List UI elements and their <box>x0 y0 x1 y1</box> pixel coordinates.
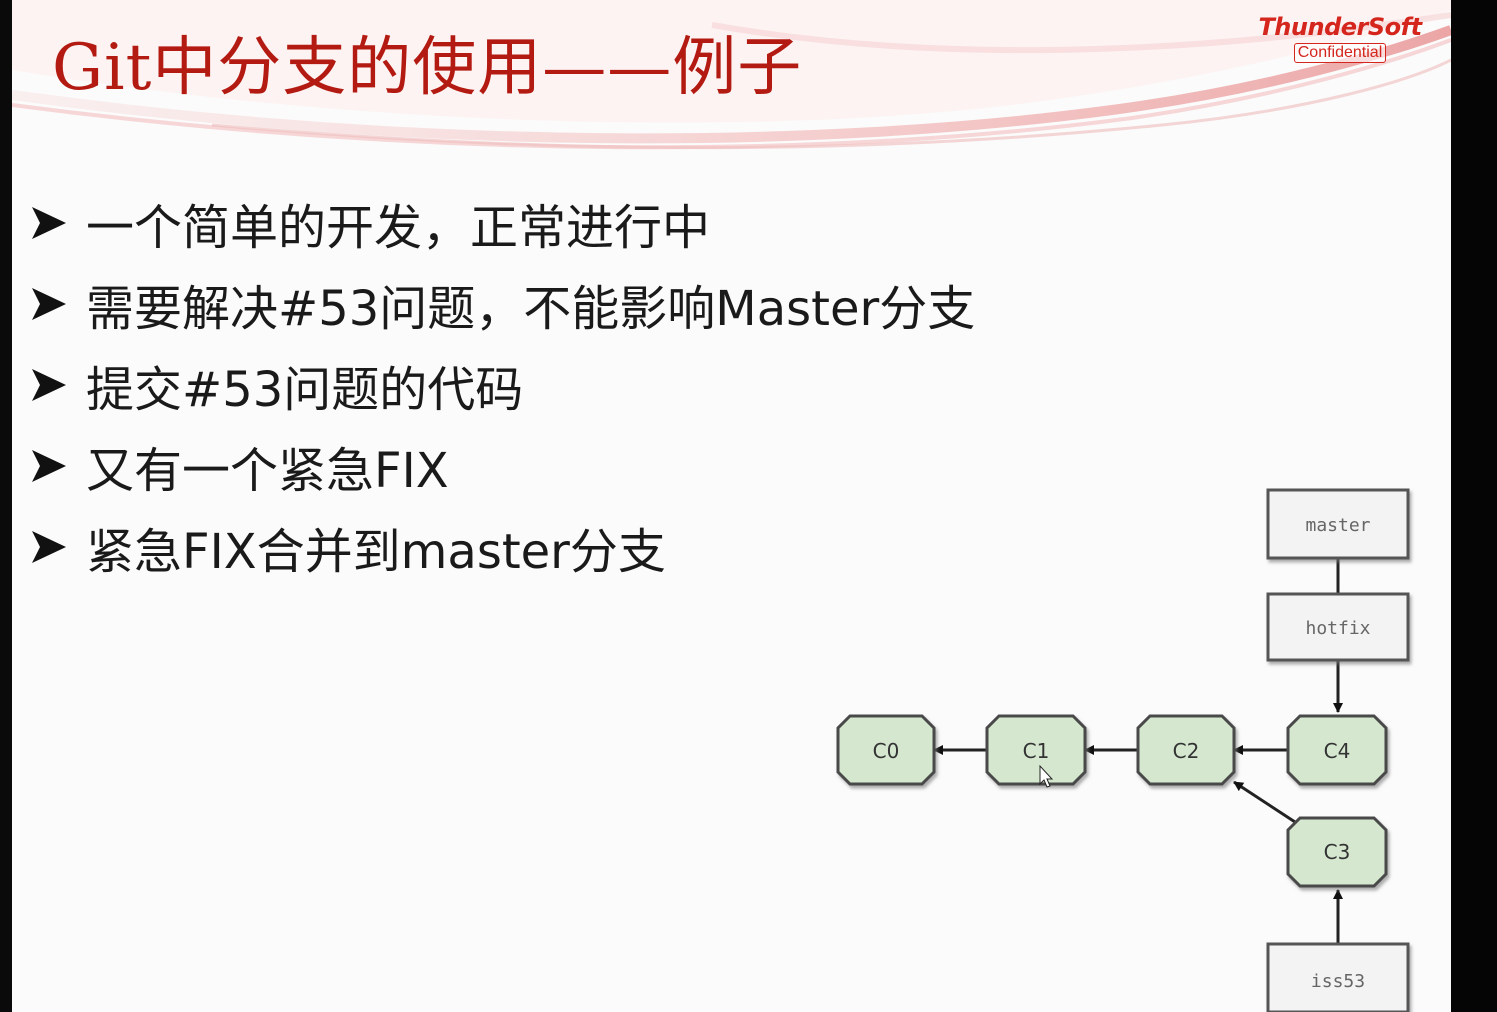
presentation-slide: Git中分支的使用——例子 ThunderSoft Confidential 一… <box>12 0 1451 1012</box>
arrow-bullet-icon <box>30 365 82 405</box>
bullet-text: 紧急FIX合并到master分支 <box>86 523 666 580</box>
bullet-text: 提交#53问题的代码 <box>86 361 524 418</box>
bullet-text: 需要解决#53问题，不能影响Master分支 <box>86 280 976 337</box>
arrow-bullet-icon <box>30 446 82 486</box>
c3-to-c2-arrow <box>1233 780 1296 824</box>
slide-title: Git中分支的使用——例子 <box>52 31 803 105</box>
screen-left-border <box>0 0 12 1012</box>
branch-hotfix: hotfix <box>1266 592 1410 662</box>
commit-c1-label: C1 <box>1023 739 1050 763</box>
bullet-item: 紧急FIX合并到master分支 <box>30 506 975 587</box>
bullet-item: 又有一个紧急FIX <box>30 425 975 506</box>
confidential-badge: Confidential <box>1293 43 1387 64</box>
branch-master: master <box>1266 488 1410 560</box>
screen-right-border <box>1451 0 1497 1012</box>
arrow-bullet-icon <box>30 203 82 243</box>
commit-c2-label: C2 <box>1173 739 1200 763</box>
commit-c3-label: C3 <box>1324 840 1351 864</box>
bullet-list: 一个简单的开发，正常进行中 需要解决#53问题，不能影响Master分支 提交#… <box>30 182 975 587</box>
branch-iss53-label: iss53 <box>1311 971 1365 992</box>
branch-master-label: master <box>1305 515 1370 536</box>
bullet-text: 一个简单的开发，正常进行中 <box>86 199 711 256</box>
branch-hotfix-label: hotfix <box>1305 618 1370 639</box>
company-logo: ThunderSoft Confidential <box>1256 13 1424 64</box>
bullet-item: 提交#53问题的代码 <box>30 344 975 425</box>
commit-c2: C2 <box>1136 714 1236 786</box>
commit-c0-label: C0 <box>873 739 900 763</box>
commit-c1: C1 <box>985 714 1087 786</box>
bullet-text: 又有一个紧急FIX <box>86 442 449 499</box>
commit-c3: C3 <box>1286 816 1388 888</box>
arrow-bullet-icon <box>30 527 82 567</box>
bullet-item: 一个简单的开发，正常进行中 <box>30 182 975 263</box>
bullet-item: 需要解决#53问题，不能影响Master分支 <box>30 263 975 344</box>
arrow-bullet-icon <box>30 284 82 324</box>
commit-c4: C4 <box>1286 714 1388 786</box>
logo-brand-text: ThunderSoft <box>1258 13 1422 41</box>
commit-c4-label: C4 <box>1324 739 1351 763</box>
branch-iss53: iss53 <box>1266 942 1410 1012</box>
commit-c0: C0 <box>836 714 936 786</box>
